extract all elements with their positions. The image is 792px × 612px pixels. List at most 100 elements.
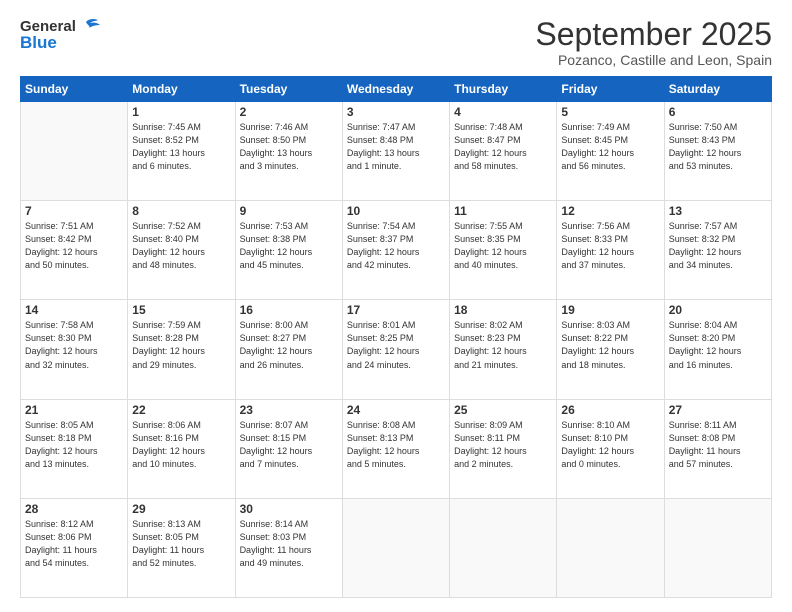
table-row: 19 Sunrise: 8:03 AMSunset: 8:22 PMDayligh… xyxy=(557,300,664,399)
day-info: Sunrise: 7:56 AMSunset: 8:33 PMDaylight:… xyxy=(561,220,659,272)
day-info: Sunrise: 8:10 AMSunset: 8:10 PMDaylight:… xyxy=(561,419,659,471)
table-row xyxy=(450,498,557,597)
table-row: 2Sunrise: 7:46 AMSunset: 8:50 PMDaylight… xyxy=(235,102,342,201)
day-number: 7 xyxy=(25,204,123,218)
table-row: 1 Sunrise: 7:45 AMSunset: 8:52 PMDaylight… xyxy=(128,102,235,201)
table-row: 29Sunrise: 8:13 AMSunset: 8:05 PMDayligh… xyxy=(128,498,235,597)
day-info: Sunrise: 8:08 AMSunset: 8:13 PMDaylight:… xyxy=(347,419,445,471)
table-row: 10 Sunrise: 7:54 AMSunset: 8:37 PMDayligh… xyxy=(342,201,449,300)
month-title: September 2025 xyxy=(535,18,772,50)
day-number: 28 xyxy=(25,502,123,516)
table-row: 12 Sunrise: 7:56 AMSunset: 8:33 PMDayligh… xyxy=(557,201,664,300)
calendar-table: Sunday Monday Tuesday Wednesday Thursday… xyxy=(20,76,772,598)
day-number: 3 xyxy=(347,105,445,119)
col-header-saturday: Saturday xyxy=(664,77,771,102)
table-row: 20Sunrise: 8:04 AMSunset: 8:20 PMDayligh… xyxy=(664,300,771,399)
day-info: Sunrise: 8:13 AMSunset: 8:05 PMDaylight:… xyxy=(132,518,230,570)
col-header-sunday: Sunday xyxy=(21,77,128,102)
table-row xyxy=(342,498,449,597)
day-info: Sunrise: 7:47 AMSunset: 8:48 PMDaylight:… xyxy=(347,121,445,173)
logo-text-blue: Blue xyxy=(20,34,57,53)
day-number: 9 xyxy=(240,204,338,218)
day-info: Sunrise: 8:03 AMSunset: 8:22 PMDaylight:… xyxy=(561,319,659,371)
calendar-week-row: 14 Sunrise: 7:58 AMSunset: 8:30 PMDayligh… xyxy=(21,300,772,399)
day-number: 19 xyxy=(561,303,659,317)
calendar-week-row: 28 Sunrise: 8:12 AMSunset: 8:06 PMDayligh… xyxy=(21,498,772,597)
table-row: 15 Sunrise: 7:59 AMSunset: 8:28 PMDayligh… xyxy=(128,300,235,399)
day-number: 26 xyxy=(561,403,659,417)
table-row: 24 Sunrise: 8:08 AMSunset: 8:13 PMDayligh… xyxy=(342,399,449,498)
calendar-header-row: Sunday Monday Tuesday Wednesday Thursday… xyxy=(21,77,772,102)
col-header-friday: Friday xyxy=(557,77,664,102)
table-row: 4 Sunrise: 7:48 AMSunset: 8:47 PMDaylight… xyxy=(450,102,557,201)
day-info: Sunrise: 7:57 AMSunset: 8:32 PMDaylight:… xyxy=(669,220,767,272)
table-row: 21 Sunrise: 8:05 AMSunset: 8:18 PMDayligh… xyxy=(21,399,128,498)
day-info: Sunrise: 8:06 AMSunset: 8:16 PMDaylight:… xyxy=(132,419,230,471)
day-info: Sunrise: 7:58 AMSunset: 8:30 PMDaylight:… xyxy=(25,319,123,371)
day-number: 8 xyxy=(132,204,230,218)
day-info: Sunrise: 8:14 AMSunset: 8:03 PMDaylight:… xyxy=(240,518,338,570)
col-header-monday: Monday xyxy=(128,77,235,102)
day-number: 30 xyxy=(240,502,338,516)
table-row: 17 Sunrise: 8:01 AMSunset: 8:25 PMDayligh… xyxy=(342,300,449,399)
table-row: 25 Sunrise: 8:09 AMSunset: 8:11 PMDayligh… xyxy=(450,399,557,498)
day-info: Sunrise: 8:01 AMSunset: 8:25 PMDaylight:… xyxy=(347,319,445,371)
table-row: 5 Sunrise: 7:49 AMSunset: 8:45 PMDaylight… xyxy=(557,102,664,201)
day-info: Sunrise: 7:59 AMSunset: 8:28 PMDaylight:… xyxy=(132,319,230,371)
day-info: Sunrise: 7:48 AMSunset: 8:47 PMDaylight:… xyxy=(454,121,552,173)
day-info: Sunrise: 7:54 AMSunset: 8:37 PMDaylight:… xyxy=(347,220,445,272)
calendar-week-row: 1 Sunrise: 7:45 AMSunset: 8:52 PMDaylight… xyxy=(21,102,772,201)
day-info: Sunrise: 7:53 AMSunset: 8:38 PMDaylight:… xyxy=(240,220,338,272)
day-number: 17 xyxy=(347,303,445,317)
day-number: 6 xyxy=(669,105,767,119)
day-number: 14 xyxy=(25,303,123,317)
day-number: 18 xyxy=(454,303,552,317)
day-info: Sunrise: 8:09 AMSunset: 8:11 PMDaylight:… xyxy=(454,419,552,471)
day-number: 13 xyxy=(669,204,767,218)
day-number: 15 xyxy=(132,303,230,317)
table-row: 13 Sunrise: 7:57 AMSunset: 8:32 PMDayligh… xyxy=(664,201,771,300)
day-number: 22 xyxy=(132,403,230,417)
table-row: 3 Sunrise: 7:47 AMSunset: 8:48 PMDaylight… xyxy=(342,102,449,201)
col-header-tuesday: Tuesday xyxy=(235,77,342,102)
location: Pozanco, Castille and Leon, Spain xyxy=(535,52,772,68)
table-row: 22 Sunrise: 8:06 AMSunset: 8:16 PMDayligh… xyxy=(128,399,235,498)
table-row: 11 Sunrise: 7:55 AMSunset: 8:35 PMDayligh… xyxy=(450,201,557,300)
day-info: Sunrise: 7:49 AMSunset: 8:45 PMDaylight:… xyxy=(561,121,659,173)
day-number: 11 xyxy=(454,204,552,218)
calendar-week-row: 21 Sunrise: 8:05 AMSunset: 8:18 PMDayligh… xyxy=(21,399,772,498)
day-number: 24 xyxy=(347,403,445,417)
day-number: 20 xyxy=(669,303,767,317)
day-number: 10 xyxy=(347,204,445,218)
table-row: 26 Sunrise: 8:10 AMSunset: 8:10 PMDayligh… xyxy=(557,399,664,498)
header: General Blue September 2025 Pozanco, Cas… xyxy=(20,18,772,68)
day-info: Sunrise: 7:55 AMSunset: 8:35 PMDaylight:… xyxy=(454,220,552,272)
day-info: Sunrise: 8:07 AMSunset: 8:15 PMDaylight:… xyxy=(240,419,338,471)
table-row: 18Sunrise: 8:02 AMSunset: 8:23 PMDayligh… xyxy=(450,300,557,399)
day-number: 21 xyxy=(25,403,123,417)
day-number: 27 xyxy=(669,403,767,417)
table-row: 27Sunrise: 8:11 AMSunset: 8:08 PMDayligh… xyxy=(664,399,771,498)
table-row xyxy=(557,498,664,597)
day-number: 12 xyxy=(561,204,659,218)
table-row: 14 Sunrise: 7:58 AMSunset: 8:30 PMDayligh… xyxy=(21,300,128,399)
day-number: 1 xyxy=(132,105,230,119)
logo-bird-icon xyxy=(78,18,100,36)
day-info: Sunrise: 8:00 AMSunset: 8:27 PMDaylight:… xyxy=(240,319,338,371)
logo: General Blue xyxy=(20,18,100,53)
table-row: 6Sunrise: 7:50 AMSunset: 8:43 PMDaylight… xyxy=(664,102,771,201)
day-info: Sunrise: 7:51 AMSunset: 8:42 PMDaylight:… xyxy=(25,220,123,272)
day-info: Sunrise: 7:45 AMSunset: 8:52 PMDaylight:… xyxy=(132,121,230,173)
day-number: 25 xyxy=(454,403,552,417)
day-info: Sunrise: 7:52 AMSunset: 8:40 PMDaylight:… xyxy=(132,220,230,272)
day-number: 5 xyxy=(561,105,659,119)
day-number: 23 xyxy=(240,403,338,417)
day-info: Sunrise: 8:05 AMSunset: 8:18 PMDaylight:… xyxy=(25,419,123,471)
table-row: 7 Sunrise: 7:51 AMSunset: 8:42 PMDaylight… xyxy=(21,201,128,300)
day-info: Sunrise: 7:46 AMSunset: 8:50 PMDaylight:… xyxy=(240,121,338,173)
table-row: 23 Sunrise: 8:07 AMSunset: 8:15 PMDayligh… xyxy=(235,399,342,498)
page: General Blue September 2025 Pozanco, Cas… xyxy=(0,0,792,612)
day-number: 4 xyxy=(454,105,552,119)
day-info: Sunrise: 8:12 AMSunset: 8:06 PMDaylight:… xyxy=(25,518,123,570)
col-header-wednesday: Wednesday xyxy=(342,77,449,102)
